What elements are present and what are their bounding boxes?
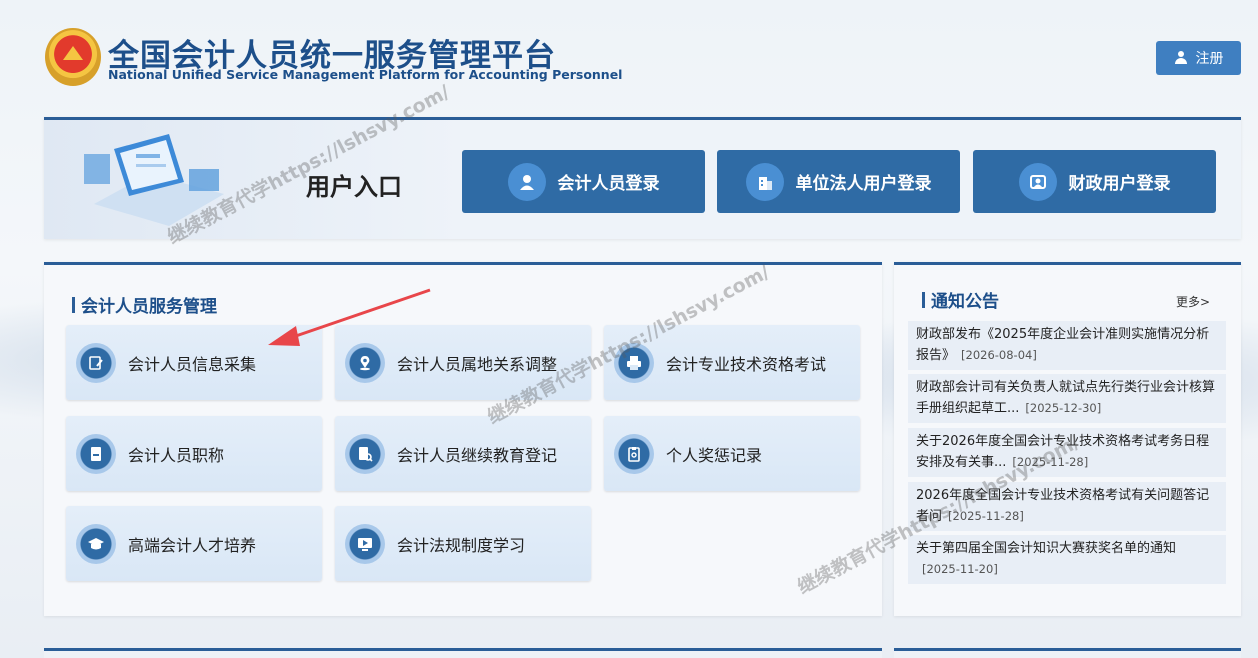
tile-label: 会计人员属地关系调整 [397,354,558,374]
tile-label: 会计法规制度学习 [397,535,526,555]
tile-label: 会计人员继续教育登记 [397,445,558,465]
tile-label: 会计人员信息采集 [128,354,257,374]
accounting-services-panel: 会计人员服务管理 会计人员信息采集 会计人员属地关系调整 会计专业技术资格考试 … [44,262,882,616]
bottom-panel-left [44,648,882,658]
bottom-panel-right [894,648,1241,658]
corporate-login-label: 单位法人用户登录 [795,174,932,194]
register-button[interactable]: 注册 [1156,41,1241,75]
notice-item[interactable]: 关于第四届全国会计知识大赛获奖名单的通知 [2025-11-20] [908,535,1226,584]
tile-professional-title[interactable]: 会计人员职称 [66,416,322,491]
id-card-icon [1018,162,1057,201]
clipboard-icon [614,433,654,474]
notice-item[interactable]: 财政部会计司有关负责人就试点先行类行业会计核算手册组织起草工... [2025-1… [908,374,1226,423]
tile-info-collection[interactable]: 会计人员信息采集 [66,325,322,400]
tile-talent-training[interactable]: 高端会计人才培养 [66,506,322,581]
more-notices-link[interactable]: 更多> [1176,293,1210,310]
accountant-login-button[interactable]: 会计人员登录 [462,150,705,213]
notice-item[interactable]: 财政部发布《2025年度企业会计准则实施情况分析报告》 [2026-08-04] [908,321,1226,370]
site-header: 全国会计人员统一服务管理平台 National Unified Service … [0,0,1258,110]
corporate-login-button[interactable]: 单位法人用户登录 [717,150,960,213]
services-section-title: 会计人员服务管理 [72,292,217,317]
building-icon [745,162,784,201]
tile-rewards-penalties[interactable]: 个人奖惩记录 [604,416,860,491]
notices-section-title: 通知公告 [922,287,999,312]
tile-label: 会计人员职称 [128,445,225,465]
user-icon [507,162,546,201]
accountant-login-label: 会计人员登录 [557,174,660,194]
location-icon [345,342,385,383]
graduation-cap-icon [76,523,116,564]
user-entry-title: 用户入口 [306,173,402,201]
video-icon [345,523,385,564]
document-icon [76,433,116,474]
register-label: 注册 [1195,51,1224,67]
tile-label: 高端会计人才培养 [128,535,257,555]
tile-label: 会计专业技术资格考试 [666,354,827,374]
tile-label: 个人奖惩记录 [666,445,763,465]
tile-regulation-study[interactable]: 会计法规制度学习 [335,506,591,581]
user-icon [1174,51,1188,65]
tile-continuing-education[interactable]: 会计人员继续教育登记 [335,416,591,491]
site-subtitle: National Unified Service Management Plat… [108,67,623,82]
search-document-icon [345,433,385,474]
edit-form-icon [76,342,116,383]
national-emblem-logo [45,28,101,86]
finance-login-label: 财政用户登录 [1068,174,1171,194]
finance-login-button[interactable]: 财政用户登录 [973,150,1216,213]
